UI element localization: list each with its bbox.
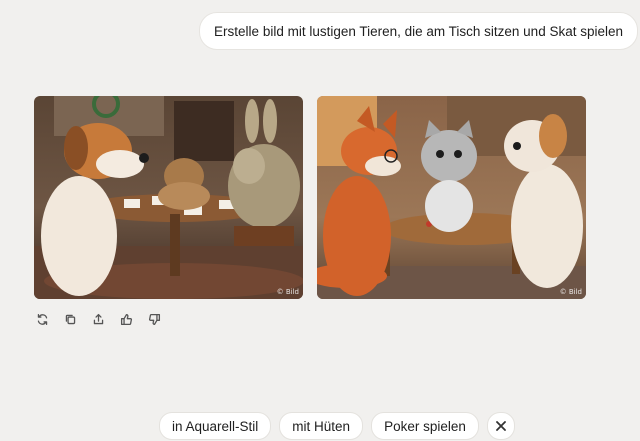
generated-image-2-art <box>317 96 586 299</box>
generated-image-1[interactable]: © Bild <box>34 96 303 299</box>
close-icon <box>495 421 506 431</box>
user-message-text: Erstelle bild mit lustigen Tieren, die a… <box>214 23 623 39</box>
suggestion-chip-poker[interactable]: Poker spielen <box>371 412 479 440</box>
message-actions <box>32 310 164 328</box>
suggestion-chip-aquarell[interactable]: in Aquarell-Stil <box>159 412 272 440</box>
thumbs-up-button[interactable] <box>116 310 136 328</box>
generated-image-2[interactable]: © Bild <box>317 96 586 299</box>
suggestion-chip-hueten[interactable]: mit Hüten <box>279 412 364 440</box>
copy-icon <box>65 314 75 324</box>
share-icon <box>93 313 103 324</box>
dismiss-suggestions-button[interactable] <box>486 412 515 440</box>
regenerate-icon <box>37 313 47 325</box>
suggestion-chips: in Aquarell-Stil mit Hüten Poker spielen <box>159 412 515 440</box>
thumbs-down-button[interactable] <box>144 310 164 328</box>
image-1-watermark: © Bild <box>276 288 299 296</box>
generated-image-1-art <box>34 96 303 299</box>
thumbs-down-icon <box>148 313 160 325</box>
image-2-watermark: © Bild <box>559 288 582 296</box>
copy-button[interactable] <box>60 310 80 328</box>
regenerate-button[interactable] <box>32 310 52 328</box>
user-message-bubble: Erstelle bild mit lustigen Tieren, die a… <box>199 12 638 50</box>
thumbs-up-icon <box>120 313 132 325</box>
share-button[interactable] <box>88 310 108 328</box>
